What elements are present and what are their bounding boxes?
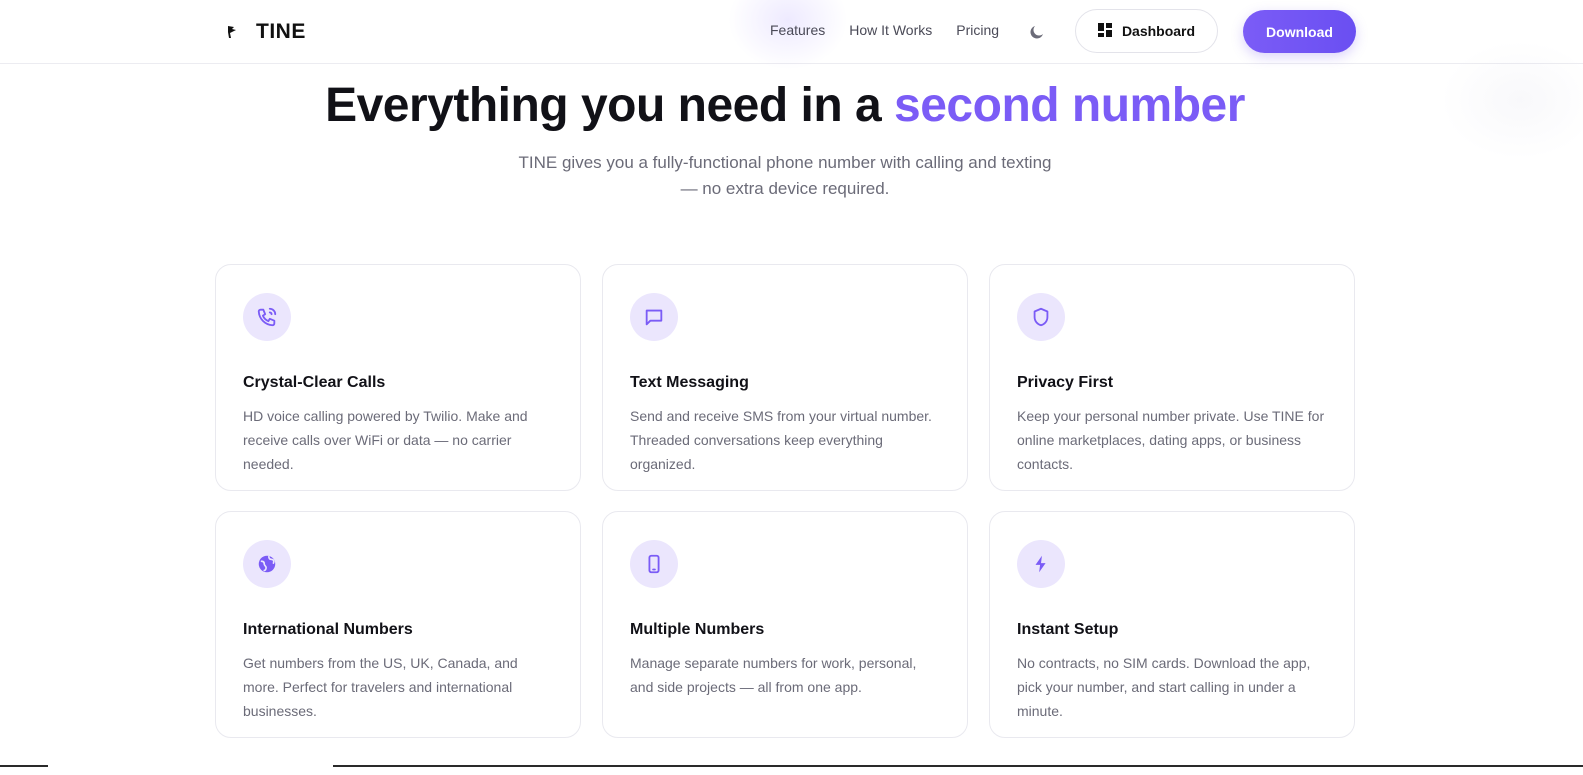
page: TINE Features How It Works Pricing Dashb… — [0, 0, 1583, 775]
feature-description: Send and receive SMS from your virtual n… — [630, 408, 932, 472]
hero-subtitle-line-1: TINE gives you a fully-functional phone … — [518, 153, 1052, 172]
lightning-icon — [1017, 540, 1065, 588]
nav-link-pricing[interactable]: Pricing — [956, 22, 999, 38]
feature-description: Keep your personal number private. Use T… — [1017, 408, 1325, 472]
feature-title: Multiple Numbers — [630, 621, 765, 638]
tine-logo-icon — [222, 21, 244, 43]
feature-title: Instant Setup — [1017, 621, 1119, 638]
feature-title: International Numbers — [243, 621, 413, 638]
brand-logo[interactable]: TINE — [222, 18, 306, 46]
globe-icon — [243, 540, 291, 588]
hero-title-main: Everything you need in a — [325, 79, 895, 132]
bottom-edge-line — [0, 765, 48, 767]
feature-card-calls: Crystal-Clear Calls HD voice calling pow… — [215, 264, 581, 491]
feature-title: Text Messaging — [630, 374, 749, 391]
phone-call-icon — [243, 293, 291, 341]
hero-subtitle: TINE gives you a fully-functional phone … — [490, 150, 1080, 202]
feature-description: Manage separate numbers for work, person… — [630, 655, 917, 695]
nav-link-how-it-works[interactable]: How It Works — [849, 22, 932, 38]
feature-description: No contracts, no SIM cards. Download the… — [1017, 655, 1311, 719]
moon-icon[interactable] — [1026, 21, 1048, 43]
nav-link-features[interactable]: Features — [770, 22, 825, 38]
brand-name: TINE — [256, 20, 306, 43]
nav-links: Features How It Works Pricing — [770, 22, 999, 38]
feature-card-multiple: Multiple Numbers Manage separate numbers… — [602, 511, 968, 738]
feature-card-messaging: Text Messaging Send and receive SMS from… — [602, 264, 968, 491]
dashboard-grid-icon — [1097, 22, 1112, 40]
download-button[interactable]: Download — [1243, 10, 1356, 53]
top-navbar: TINE Features How It Works Pricing Dashb… — [0, 0, 1583, 70]
bottom-edge-line — [333, 765, 1583, 767]
feature-card-international: International Numbers Get numbers from t… — [215, 511, 581, 738]
smartphone-icon — [630, 540, 678, 588]
feature-card-setup: Instant Setup No contracts, no SIM cards… — [989, 511, 1355, 738]
shield-icon — [1017, 293, 1065, 341]
hero-subtitle-line-2: — no extra device required. — [680, 179, 890, 198]
hero-title: Everything you need in a second number — [0, 78, 1570, 133]
message-square-icon — [630, 293, 678, 341]
feature-title: Crystal-Clear Calls — [243, 374, 386, 391]
hero-title-accent: second number — [894, 79, 1245, 132]
feature-card-privacy: Privacy First Keep your personal number … — [989, 264, 1355, 491]
feature-title: Privacy First — [1017, 374, 1114, 391]
dashboard-button[interactable]: Dashboard — [1075, 9, 1218, 53]
feature-description: Get numbers from the US, UK, Canada, and… — [243, 655, 518, 719]
feature-description: HD voice calling powered by Twilio. Make… — [243, 408, 528, 472]
dashboard-label: Dashboard — [1121, 23, 1196, 39]
